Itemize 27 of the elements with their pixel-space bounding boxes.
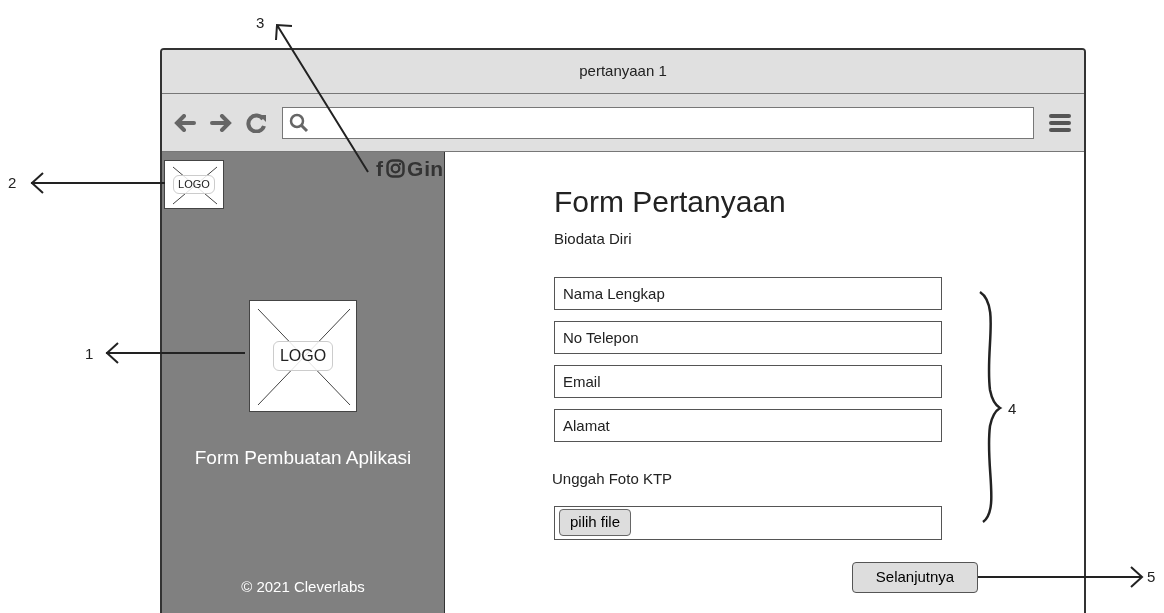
text-field[interactable]: Alamat [554,408,942,442]
form-subtitle: Biodata Diri [554,230,632,247]
logo-text: LOGO [272,341,334,371]
annotation-number: 3 [256,13,265,33]
app-title: Form Pembuatan Aplikasi [194,446,412,470]
annotation-number: 2 [8,173,17,193]
reload-icon[interactable] [246,112,268,133]
logo-text: LOGO [173,175,215,194]
upload-label: Unggah Foto KTP [552,469,673,487]
window-title: pertanyaan 1 [579,61,667,82]
text-field[interactable]: Nama Lengkap [554,276,942,310]
next-button[interactable]: Selanjutnya [852,562,978,593]
form-title: Form Pertanyaan [554,184,787,220]
menu-icon[interactable] [1048,112,1072,133]
forward-icon[interactable] [210,113,232,132]
annotation-number: 4 [1008,399,1017,419]
copyright-text: © 2021 Cleverlabs [241,577,365,595]
text-field[interactable]: No Telepon [554,320,942,354]
file-input[interactable]: pilih file [554,506,942,540]
instagram-icon[interactable] [386,159,405,178]
back-icon[interactable] [174,113,196,132]
annotation-number: 5 [1147,567,1156,587]
annotation-number: 1 [85,344,94,364]
address-bar[interactable] [282,106,1034,139]
search-icon [289,112,309,133]
choose-file-button[interactable]: pilih file [559,509,632,536]
text-field[interactable]: Email [554,364,942,398]
